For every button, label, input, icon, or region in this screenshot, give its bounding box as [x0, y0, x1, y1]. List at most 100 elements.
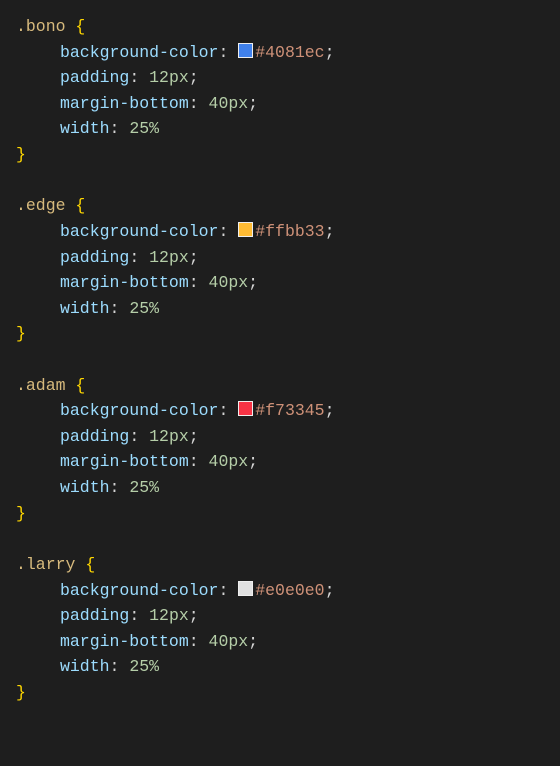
number-value: 12 [149, 606, 169, 625]
declaration-line: padding: 12px; [16, 65, 560, 91]
colon: : [189, 632, 209, 651]
unit-value: px [228, 94, 248, 113]
semicolon: ; [325, 222, 335, 241]
number-value: 12 [149, 68, 169, 87]
colon: : [189, 94, 209, 113]
number-value: 40 [209, 452, 229, 471]
unit-value: % [149, 299, 159, 318]
unit-value: px [169, 427, 189, 446]
unit-value: px [228, 452, 248, 471]
declaration-line: margin-bottom: 40px; [16, 629, 560, 655]
number-value: 25 [129, 119, 149, 138]
unit-value: % [149, 478, 159, 497]
close-brace-line: } [16, 501, 560, 527]
property: padding [60, 248, 129, 267]
colon: : [218, 43, 238, 62]
property: margin-bottom [60, 632, 189, 651]
open-brace: { [75, 17, 85, 36]
semicolon: ; [248, 452, 258, 471]
close-brace-line: } [16, 321, 560, 347]
property: margin-bottom [60, 273, 189, 292]
hex-value: #4081ec [255, 43, 324, 62]
selector: .adam [16, 376, 66, 395]
declaration-line: background-color: #ffbb33; [16, 219, 560, 245]
declaration-line: background-color: #f73345; [16, 398, 560, 424]
unit-value: % [149, 657, 159, 676]
property: background-color [60, 222, 218, 241]
selector-line: .larry { [16, 552, 560, 578]
color-swatch [238, 401, 253, 416]
colon: : [129, 248, 149, 267]
unit-value: px [228, 273, 248, 292]
property: padding [60, 606, 129, 625]
property: margin-bottom [60, 452, 189, 471]
color-swatch [238, 43, 253, 58]
color-swatch [238, 581, 253, 596]
colon: : [110, 657, 130, 676]
semicolon: ; [189, 248, 199, 267]
open-brace: { [85, 555, 95, 574]
number-value: 12 [149, 248, 169, 267]
semicolon: ; [189, 427, 199, 446]
declaration-line: background-color: #4081ec; [16, 40, 560, 66]
colon: : [189, 273, 209, 292]
space [66, 196, 76, 215]
selector-line: .adam { [16, 373, 560, 399]
css-rule: .larry {background-color: #e0e0e0;paddin… [16, 552, 560, 705]
code-editor[interactable]: .bono {background-color: #4081ec;padding… [0, 0, 560, 720]
semicolon: ; [248, 273, 258, 292]
declaration-line: width: 25% [16, 116, 560, 142]
colon: : [129, 427, 149, 446]
declaration-line: background-color: #e0e0e0; [16, 578, 560, 604]
color-swatch [238, 222, 253, 237]
close-brace: } [16, 683, 26, 702]
number-value: 40 [209, 94, 229, 113]
close-brace: } [16, 504, 26, 523]
unit-value: % [149, 119, 159, 138]
css-rule: .edge {background-color: #ffbb33;padding… [16, 193, 560, 346]
open-brace: { [75, 376, 85, 395]
colon: : [218, 401, 238, 420]
colon: : [189, 452, 209, 471]
selector-line: .bono { [16, 14, 560, 40]
space [66, 17, 76, 36]
css-rule: .adam {background-color: #f73345;padding… [16, 373, 560, 526]
declaration-line: padding: 12px; [16, 245, 560, 271]
declaration-line: margin-bottom: 40px; [16, 91, 560, 117]
close-brace-line: } [16, 142, 560, 168]
property: background-color [60, 581, 218, 600]
semicolon: ; [189, 606, 199, 625]
property: width [60, 657, 110, 676]
declaration-line: padding: 12px; [16, 603, 560, 629]
semicolon: ; [325, 401, 335, 420]
open-brace: { [75, 196, 85, 215]
declaration-line: width: 25% [16, 654, 560, 680]
css-rule: .bono {background-color: #4081ec;padding… [16, 14, 560, 167]
colon: : [110, 119, 130, 138]
space [66, 376, 76, 395]
number-value: 25 [129, 478, 149, 497]
number-value: 12 [149, 427, 169, 446]
semicolon: ; [325, 581, 335, 600]
selector: .bono [16, 17, 66, 36]
declaration-line: width: 25% [16, 475, 560, 501]
property: background-color [60, 43, 218, 62]
declaration-line: margin-bottom: 40px; [16, 270, 560, 296]
selector: .edge [16, 196, 66, 215]
colon: : [110, 299, 130, 318]
unit-value: px [169, 68, 189, 87]
hex-value: #f73345 [255, 401, 324, 420]
colon: : [218, 222, 238, 241]
property: margin-bottom [60, 94, 189, 113]
number-value: 40 [209, 273, 229, 292]
colon: : [129, 606, 149, 625]
property: width [60, 478, 110, 497]
property: width [60, 299, 110, 318]
space [75, 555, 85, 574]
semicolon: ; [189, 68, 199, 87]
semicolon: ; [325, 43, 335, 62]
unit-value: px [169, 248, 189, 267]
selector: .larry [16, 555, 75, 574]
semicolon: ; [248, 632, 258, 651]
number-value: 25 [129, 299, 149, 318]
